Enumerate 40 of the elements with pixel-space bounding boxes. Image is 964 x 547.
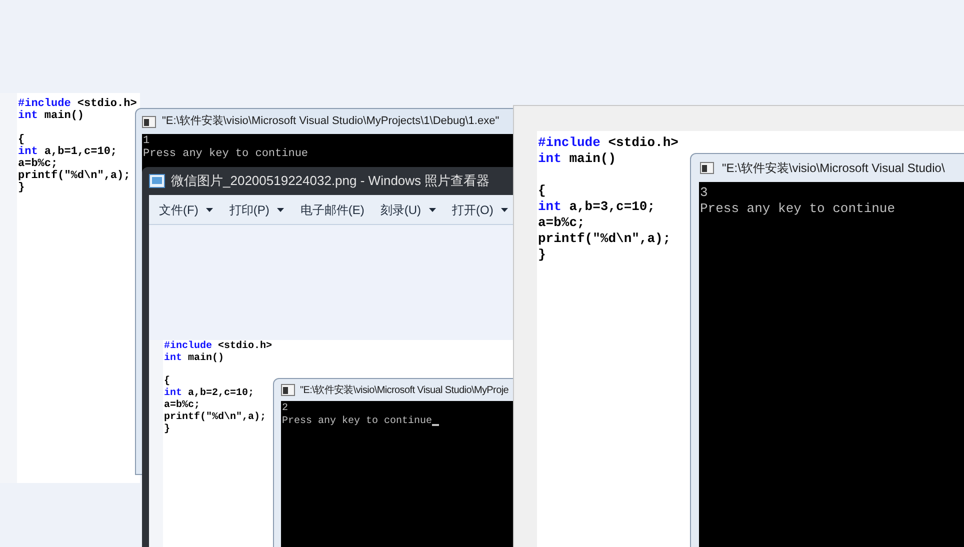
console-text: 1 bbox=[143, 135, 150, 148]
code-line: } bbox=[164, 424, 170, 436]
window-title: "E:\软件安装\visio\Microsoft Visual Studio\ bbox=[722, 160, 945, 177]
code-line: #include <stdio.h> bbox=[538, 135, 678, 151]
menu-button[interactable]: 打印(P) bbox=[229, 200, 284, 218]
code-line: } bbox=[538, 247, 546, 263]
code-line: int a,b=1,c=10; bbox=[18, 146, 118, 158]
console-text: Press any key to continue bbox=[700, 201, 896, 217]
window-title: "E:\软件安装\visio\Microsoft Visual Studio\MyProje bbox=[300, 384, 509, 398]
code-line: printf("%d\n",a); bbox=[18, 170, 130, 182]
console-text: Press any key to continue bbox=[143, 148, 308, 161]
console-icon bbox=[281, 384, 295, 396]
code-line: } bbox=[18, 182, 25, 194]
code-line: int a,b=3,c=10; bbox=[538, 199, 656, 215]
code-line: int main() bbox=[164, 353, 224, 365]
console-text: Press any key to continue bbox=[282, 415, 432, 428]
code-line: a=b%c; bbox=[18, 158, 58, 170]
code-line: printf("%d\n",a); bbox=[164, 412, 266, 424]
menu-button[interactable]: 打开(O) bbox=[452, 200, 508, 218]
code-line: { bbox=[18, 134, 25, 146]
menu-button[interactable]: 文件(F) bbox=[159, 200, 214, 218]
picture-icon bbox=[149, 174, 165, 188]
code-line: a=b%c; bbox=[164, 400, 200, 412]
code-line: #include <stdio.h> bbox=[18, 98, 137, 110]
code-line: a=b%c; bbox=[538, 215, 585, 231]
code-line: { bbox=[164, 376, 170, 388]
code-line: int main() bbox=[538, 151, 616, 167]
menu-button[interactable]: 刻录(U) bbox=[380, 200, 436, 218]
window-title: "E:\软件安装\visio\Microsoft Visual Studio\MyProjects\1\Debug\1.exe" bbox=[162, 114, 500, 130]
console-icon bbox=[142, 116, 156, 128]
code-line: int main() bbox=[18, 110, 84, 122]
code-line: #include <stdio.h> bbox=[164, 341, 272, 352]
menu-button[interactable]: 电子邮件(E) bbox=[300, 200, 364, 218]
code-line: int a,b=2,c=10; bbox=[164, 388, 254, 400]
window-title: 微信图片_20200519224032.png - Windows 照片查看器 bbox=[171, 172, 490, 190]
code-line: printf("%d\n",a); bbox=[538, 231, 671, 247]
code-line: { bbox=[538, 183, 546, 199]
console-text: 2 bbox=[282, 402, 288, 415]
console-text: 3 bbox=[700, 185, 708, 201]
console-icon bbox=[700, 162, 714, 174]
